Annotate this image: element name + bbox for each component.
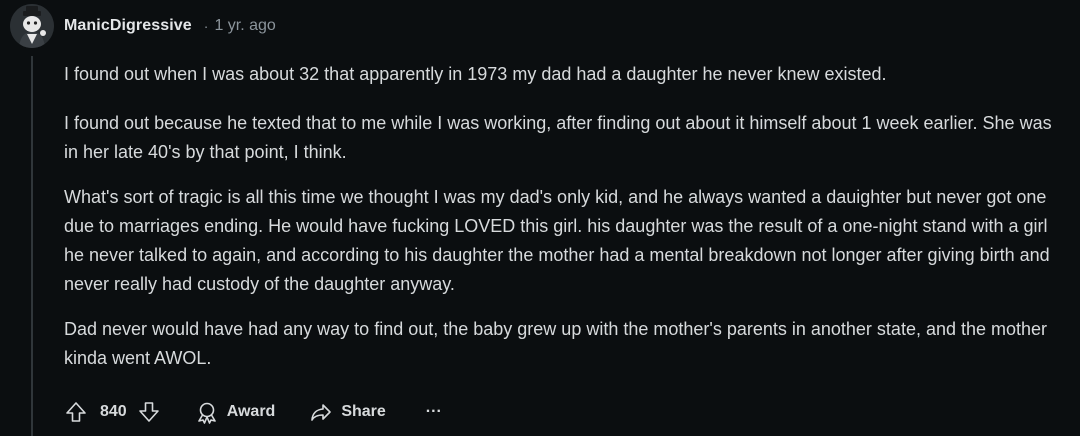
share-button[interactable]: Share bbox=[309, 400, 386, 424]
award-icon bbox=[195, 400, 219, 424]
comment-body: I found out when I was about 32 that app… bbox=[64, 60, 1064, 389]
thread-line[interactable] bbox=[31, 56, 33, 436]
user-avatar-icon bbox=[10, 4, 54, 48]
share-icon bbox=[309, 400, 333, 424]
comment-paragraph: I found out because he texted that to me… bbox=[64, 113, 1052, 162]
comment-paragraph: I found out when I was about 32 that app… bbox=[64, 64, 887, 84]
more-options-button[interactable]: ··· bbox=[426, 403, 442, 421]
timestamp[interactable]: 1 yr. ago bbox=[214, 17, 275, 35]
award-label: Award bbox=[226, 403, 276, 420]
avatar[interactable] bbox=[10, 4, 54, 48]
vote-score: 840 bbox=[100, 403, 127, 420]
downvote-icon[interactable] bbox=[137, 400, 161, 424]
share-label: Share bbox=[341, 403, 386, 420]
comment-paragraph: Dad never would have had any way to find… bbox=[64, 319, 1048, 368]
comment-actions: 840 Award Share ··· bbox=[64, 396, 442, 428]
meta-separator: · bbox=[203, 18, 209, 34]
username[interactable]: ManicDigressive bbox=[64, 17, 192, 35]
comment-meta: ManicDigressive · 1 yr. ago bbox=[64, 14, 276, 38]
upvote-icon[interactable] bbox=[64, 400, 88, 424]
comment-paragraph: What's sort of tragic is all this time w… bbox=[64, 187, 1050, 294]
comment: ManicDigressive · 1 yr. ago I found out … bbox=[0, 0, 1080, 436]
more-icon: ··· bbox=[425, 403, 442, 420]
vote-control: 840 bbox=[64, 400, 161, 424]
award-button[interactable]: Award bbox=[195, 400, 276, 424]
